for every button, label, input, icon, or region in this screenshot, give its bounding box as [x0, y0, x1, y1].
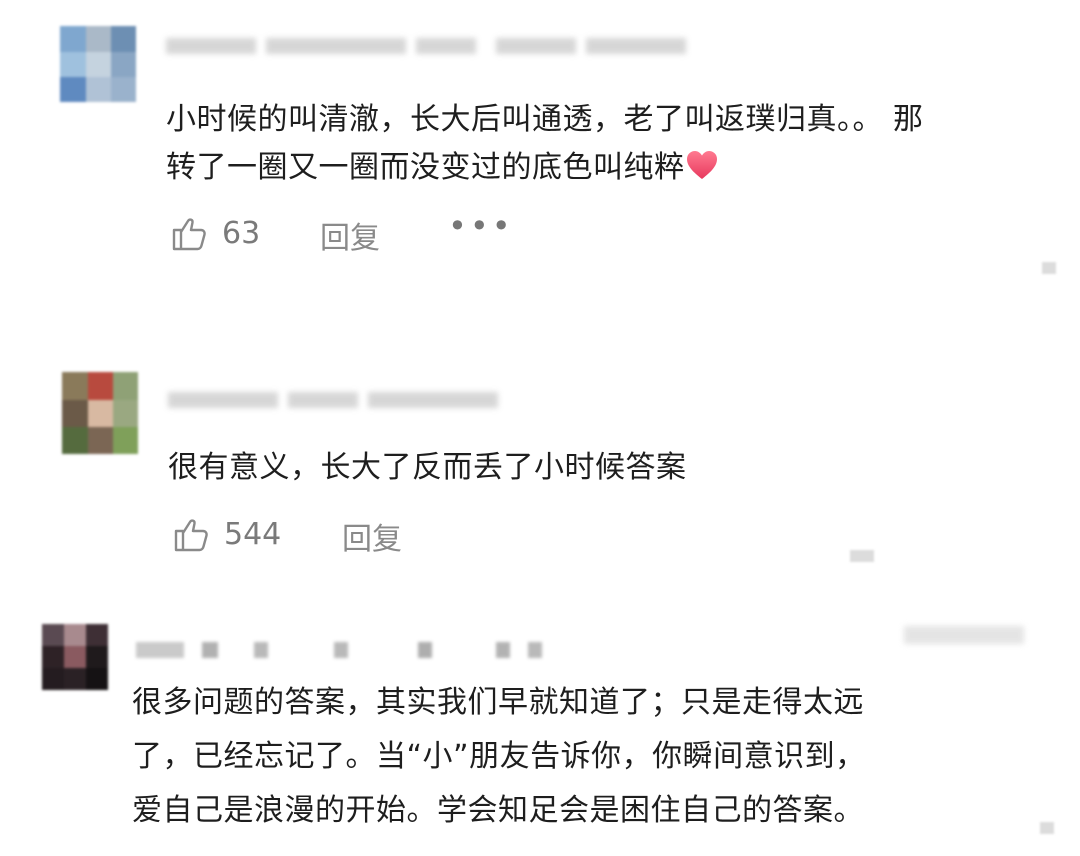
- comment-item: 很有意义，长大了反而丢了小时候答案 544 回复: [0, 360, 1080, 580]
- comment-line: 了，已经忘记了。当“小”朋友告诉你，你瞬间意识到，: [132, 739, 866, 774]
- like-button[interactable]: 544: [172, 514, 281, 554]
- timestamp-blurred: [1040, 822, 1054, 834]
- reply-button[interactable]: 回复: [320, 213, 380, 257]
- comment-text: 很多问题的答案，其实我们早就知道了；只是走得太远 了，已经忘记了。当“小”朋友告…: [132, 676, 1052, 838]
- heart-icon: [686, 151, 717, 179]
- timestamp-blurred: [904, 626, 1024, 644]
- more-options-icon[interactable]: •••: [448, 207, 514, 245]
- timestamp-blurred: [850, 550, 874, 562]
- comment-line: 很多问题的答案，其实我们早就知道了；只是走得太远: [132, 685, 864, 720]
- avatar[interactable]: [60, 26, 136, 102]
- comment-actions: 544 回复: [172, 514, 572, 557]
- comment-item: 小时候的叫清澈，长大后叫通透，老了叫返璞归真。。 那 转了一圈又一圈而没变过的底…: [0, 0, 1080, 300]
- comment-text: 小时候的叫清澈，长大后叫通透，老了叫返璞归真。。 那 转了一圈又一圈而没变过的底…: [166, 96, 1046, 192]
- avatar[interactable]: [62, 372, 138, 454]
- comment-text: 很有意义，长大了反而丢了小时候答案: [168, 444, 1028, 492]
- reply-button[interactable]: 回复: [342, 514, 402, 558]
- username-blurred[interactable]: [136, 638, 556, 660]
- comment-line: 小时候的叫清澈，长大后叫通透，老了叫返璞归真。。 那: [166, 102, 924, 137]
- username-blurred[interactable]: [166, 34, 686, 56]
- comment-item: 很多问题的答案，其实我们早就知道了；只是走得太远 了，已经忘记了。当“小”朋友告…: [0, 600, 1080, 856]
- comment-line: 爱自己是浪漫的开始。学会知足会是困住自己的答案。: [132, 793, 864, 828]
- comment-line: 转了一圈又一圈而没变过的底色叫纯粹: [166, 144, 1046, 192]
- thumbs-up-icon: [174, 519, 208, 552]
- username-blurred[interactable]: [168, 388, 498, 410]
- avatar[interactable]: [42, 624, 108, 690]
- like-count: 544: [224, 516, 282, 552]
- comment-line: 很有意义，长大了反而丢了小时候答案: [168, 450, 687, 485]
- timestamp-blurred: [1042, 262, 1056, 274]
- like-count: 63: [222, 215, 261, 251]
- thumbs-up-icon: [172, 218, 206, 251]
- like-button[interactable]: 63: [170, 213, 260, 253]
- comment-actions: 63 回复 •••: [170, 207, 570, 256]
